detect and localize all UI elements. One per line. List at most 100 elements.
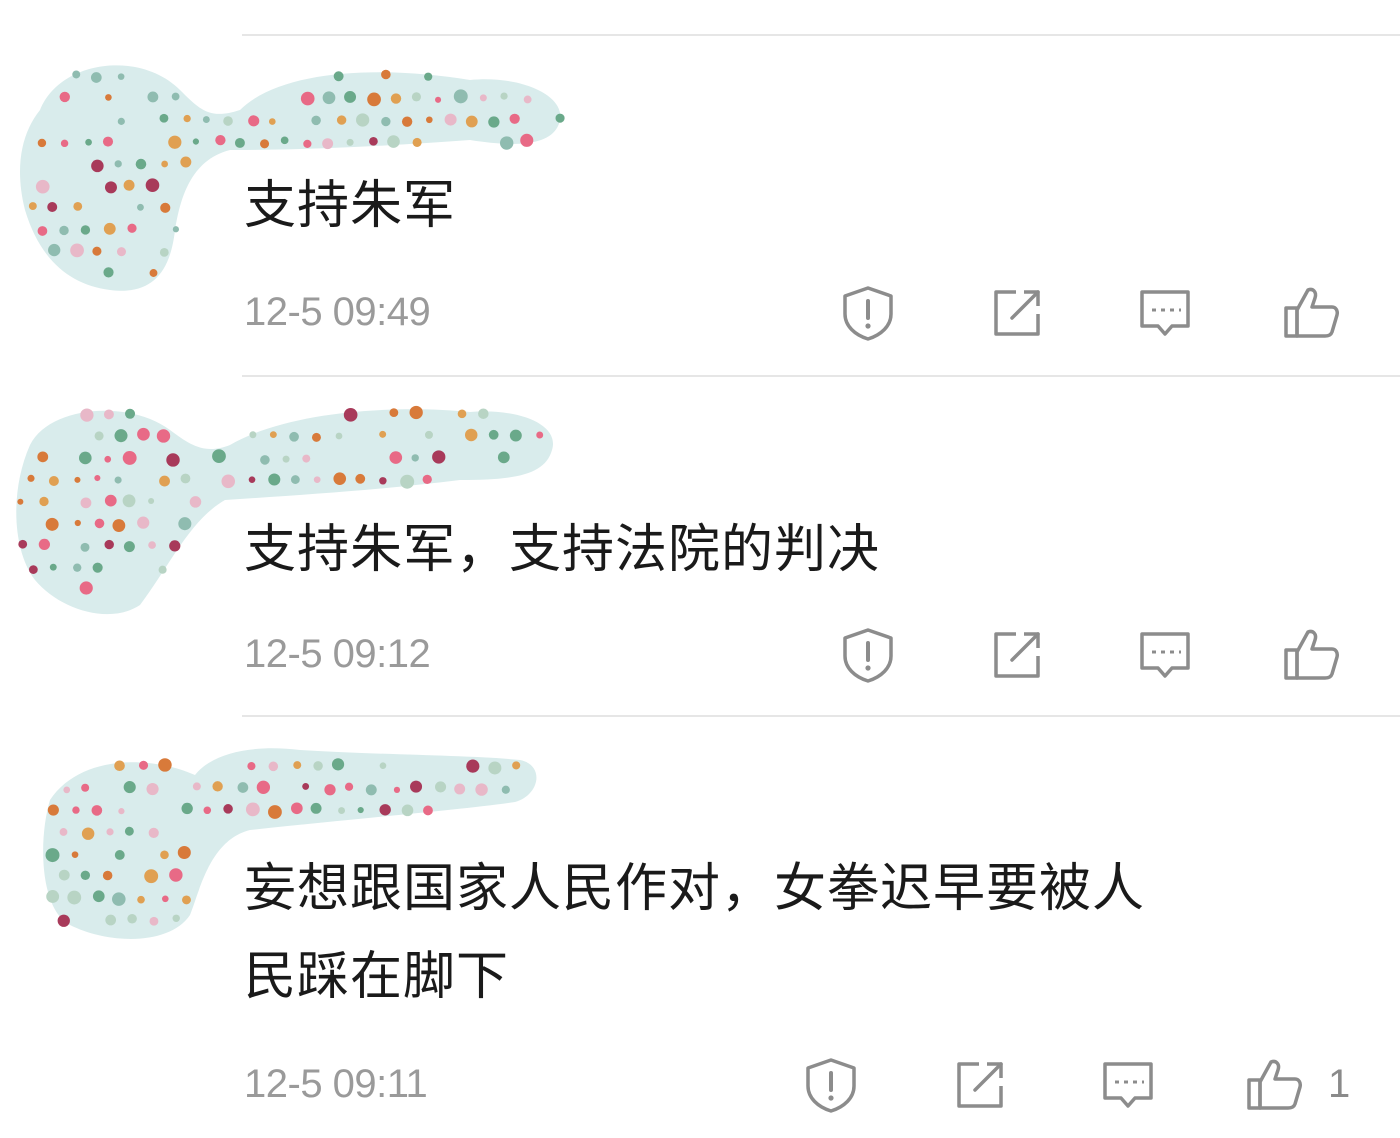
mask-dot [27,474,35,482]
mask-dot [181,802,193,815]
mask-dot [324,784,336,796]
like-count: 1 [1328,1062,1351,1106]
like-button[interactable] [1239,1050,1309,1120]
mask-dot [302,454,311,463]
mask-dot [148,827,159,838]
mask-dot [180,473,191,484]
mask-dot [171,92,180,101]
mask-dot [59,91,70,103]
mask-dot [512,761,521,770]
mask-dot [105,94,112,101]
mask-dot [500,92,508,100]
mask-dot [149,269,158,277]
mask-dot [555,113,565,123]
mask-dot [215,134,226,146]
mask-dot [28,565,38,574]
mask-dot [72,806,80,814]
mask-dot [390,93,402,104]
mask-dot [127,223,137,233]
mask-dot [91,159,104,173]
mask-dot [464,428,478,442]
mask-dot [192,138,200,145]
mask-dot [338,807,346,815]
mask-dot [39,496,49,507]
mask-dot [159,247,169,257]
mask-dot [401,116,413,127]
mask-dot [465,115,478,128]
mask-dot [123,781,136,794]
mask-dot [203,806,212,815]
mask-dot [488,761,502,775]
mask-dot [102,136,114,147]
mask-dot [300,91,315,106]
mask-dot [424,72,433,81]
reply-button[interactable] [1093,1050,1163,1120]
mask-dot [73,563,82,572]
mask-dot [234,137,245,148]
mask-dot [379,804,391,816]
report-button[interactable] [833,620,903,690]
mask-dot [435,781,447,793]
mask-dot [221,474,236,489]
mask-dot [117,73,125,80]
share-button[interactable] [982,620,1052,690]
mask-dot [74,476,81,483]
mask-dot [168,135,182,149]
mask-dot [172,226,180,233]
mask-dot [311,432,321,442]
mask-dot [411,92,422,102]
mask-dot [268,473,281,486]
mask-dot [47,804,59,816]
mask-dot [291,802,303,815]
mask-dot [37,138,47,148]
reply-button[interactable] [1130,278,1200,348]
comment-timestamp: 12-5 09:12 [244,632,431,676]
mask-dot [94,518,105,529]
mask-dot [160,202,171,213]
like-button[interactable] [1276,278,1346,348]
mask-dot [28,202,37,211]
mask-dot [178,517,192,531]
divider [242,715,1400,717]
like-button[interactable] [1276,620,1346,690]
mask-dot [172,914,180,922]
mask-dot [46,890,60,903]
mask-dot [148,497,155,505]
mask-dot [249,431,257,439]
comment-text: 支持朱军 [244,176,457,236]
mask-dot [331,758,345,771]
mask-dot [37,226,48,236]
comment-text: 支持朱军，支持法院的判决 [244,520,881,580]
mask-dot [45,848,60,863]
mask-dot [282,455,290,463]
mask-dot [81,827,95,840]
mask-dot [114,160,122,168]
mask-dot [499,136,514,150]
mask-dot [137,427,150,441]
mask-dot [379,477,387,485]
mask-dot [112,519,126,532]
mask-dot [432,450,446,464]
comment-bubble-icon [1103,1062,1153,1108]
mask-dot [48,243,61,257]
mask-dot [118,808,125,815]
mask-dot [90,72,102,83]
mask-dot [344,90,357,103]
share-button[interactable] [982,278,1052,348]
mask-dot [149,916,159,926]
mask-dot [426,116,433,124]
share-out-icon [994,632,1040,678]
mask-dot [103,267,114,278]
reply-button[interactable] [1130,620,1200,690]
mask-dot [137,203,144,211]
comment-item: 支持朱军 12-5 09:49 [0,0,1400,360]
report-button[interactable] [833,278,903,348]
mask-dot [85,138,92,146]
mask-dot [59,225,69,236]
report-button[interactable] [796,1050,866,1120]
mask-dot [268,761,279,772]
mask-dot [104,181,117,194]
mask-dot [389,451,403,464]
share-button[interactable] [945,1050,1015,1120]
mask-dot [146,782,159,796]
